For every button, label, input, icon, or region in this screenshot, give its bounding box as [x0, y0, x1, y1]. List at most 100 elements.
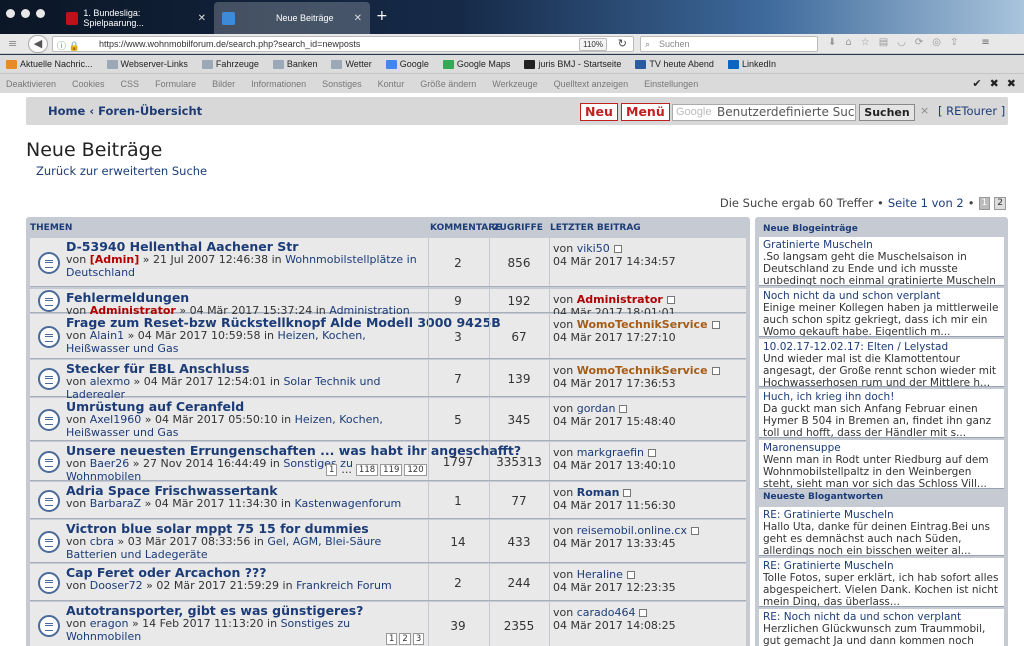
hamburger-menu-icon[interactable]: ≡ — [981, 37, 989, 48]
page-1-link[interactable]: 1 — [978, 196, 991, 210]
topic-title-link[interactable]: Fehlermeldungen — [66, 291, 428, 304]
blog-entry-title[interactable]: Huch, ich krieg ihn doch! — [763, 391, 1000, 403]
page-link[interactable]: 1 — [386, 633, 398, 645]
blog-entry[interactable]: Huch, ich krieg ihn doch! Da guckt man si… — [759, 389, 1004, 438]
table-row[interactable]: Frage zum Reset-bzw Rückstellknopf Alde … — [30, 314, 746, 359]
share-icon[interactable]: ⇪ — [950, 37, 958, 48]
author-link[interactable]: alexmo — [90, 375, 130, 388]
topic-title-link[interactable]: Unsere neuesten Errungenschaften ... was… — [66, 444, 521, 457]
pocket-icon[interactable]: ◡ — [897, 37, 906, 48]
table-row[interactable]: Umrüstung auf Ceranfeld von Axel1960 » 04… — [30, 398, 746, 441]
go-to-post-icon[interactable] — [613, 245, 622, 253]
last-post-author-link[interactable]: markgraefin — [577, 446, 644, 459]
blog-entry[interactable]: Maronensuppe Wenn man in Rodt unter Riedb… — [759, 440, 1004, 489]
tab-bundesliga[interactable]: 1. Bundesliga: Spielpaarung... ✕ — [58, 2, 214, 34]
last-post-author-link[interactable]: reisemobil.online.cx — [577, 524, 687, 537]
bookmark-item[interactable]: Wetter — [331, 59, 372, 69]
zoom-indicator[interactable]: 110% — [579, 38, 607, 51]
topic-title-link[interactable]: Cap Feret oder Arcachon ??? — [66, 566, 428, 579]
page-link[interactable]: 118 — [355, 464, 379, 476]
toolbar-item[interactable]: Größe ändern — [420, 79, 476, 89]
blog-entry-title[interactable]: Maronensuppe — [763, 442, 1000, 454]
forum-link[interactable]: Frankreich Forum — [296, 579, 392, 592]
bookmark-item[interactable]: TV heute Abend — [635, 59, 714, 69]
toolbar-item[interactable]: Einstellungen — [644, 79, 698, 89]
go-to-post-icon[interactable] — [711, 367, 720, 375]
retourer-link[interactable]: [ RETourer ] — [938, 104, 1005, 118]
page-2-link[interactable]: 2 — [994, 196, 1006, 210]
page-link[interactable]: 120 — [404, 464, 427, 476]
toolbar-item[interactable]: Cookies — [72, 79, 105, 89]
toolbar-item[interactable]: Deaktivieren — [6, 79, 56, 89]
home-link[interactable]: Home — [48, 104, 85, 118]
browser-search-input[interactable]: ⌕ Suchen — [640, 36, 818, 52]
back-button[interactable]: ◀ — [28, 35, 48, 53]
page-link[interactable]: 3 — [412, 633, 425, 645]
blog-entry-title[interactable]: Noch nicht da und schon verplant — [763, 290, 1000, 302]
topic-title-link[interactable]: Autotransporter, gibt es was günstigeres… — [66, 604, 428, 617]
author-link[interactable]: BarbaraZ — [90, 497, 141, 510]
blog-entry[interactable]: 10.02.17-12.02.17: Elten / Lelystad Und w… — [759, 339, 1004, 387]
topic-title-link[interactable]: Umrüstung auf Ceranfeld — [66, 400, 428, 413]
reload-icon[interactable]: ↻ — [618, 37, 627, 51]
tab-neue-beitraege[interactable]: Neue Beiträge ✕ — [214, 2, 370, 34]
author-link[interactable]: Baer26 — [90, 457, 130, 470]
table-row[interactable]: Autotransporter, gibt es was günstigeres… — [30, 602, 746, 646]
bookmark-item[interactable]: Banken — [272, 59, 317, 69]
toolbar-item[interactable]: Formulare — [155, 79, 196, 89]
toolbar-item[interactable]: Kontur — [378, 79, 405, 89]
bookmark-item[interactable]: Google — [385, 59, 429, 69]
blog-answer-title[interactable]: RE: Gratinierte Muscheln — [763, 509, 1000, 521]
addon-icon[interactable]: ◎ — [932, 37, 941, 48]
home-icon[interactable]: ⌂ — [845, 37, 851, 48]
close-tab-icon[interactable]: ✕ — [354, 13, 362, 24]
blog-entry[interactable]: Noch nicht da und schon verplant Einige m… — [759, 288, 1004, 337]
last-post-author-link[interactable]: Heraline — [577, 568, 623, 581]
last-post-author-link[interactable]: Administrator — [577, 293, 663, 306]
toolbar-item[interactable]: Bilder — [212, 79, 235, 89]
last-post-author-link[interactable]: viki50 — [577, 242, 610, 255]
author-link[interactable]: [Admin] — [90, 253, 140, 266]
toolbar-item[interactable]: Informationen — [251, 79, 306, 89]
last-post-author-link[interactable]: WomoTechnikService — [577, 318, 708, 331]
author-link[interactable]: eragon — [90, 617, 129, 630]
search-button[interactable]: Suchen — [859, 104, 915, 121]
toolbar-item[interactable]: Quelltext anzeigen — [554, 79, 629, 89]
close-icon[interactable]: ✖ — [990, 77, 999, 90]
topic-title-link[interactable]: D-53940 Hellenthal Aachener Str — [66, 240, 428, 253]
table-row[interactable]: D-53940 Hellenthal Aachener Str von [Admi… — [30, 238, 746, 287]
table-row[interactable]: Victron blue solar mppt 75 15 for dummie… — [30, 520, 746, 563]
table-row[interactable]: Unsere neuesten Errungenschaften ... was… — [30, 442, 746, 483]
author-link[interactable]: cbra — [90, 535, 114, 548]
forum-link[interactable]: Kastenwagenforum — [294, 497, 401, 510]
topic-title-link[interactable]: Adria Space Frischwassertank — [66, 484, 428, 497]
menu-icon[interactable]: ≡ — [8, 37, 17, 50]
check-icon[interactable]: ✔ — [972, 77, 981, 90]
toolbar-item[interactable]: Werkzeuge — [492, 79, 537, 89]
download-icon[interactable]: ⬇ — [828, 37, 836, 48]
blog-answer-title[interactable]: RE: Noch nicht da und schon verplant — [763, 611, 1000, 623]
page-link[interactable]: 2 — [399, 633, 411, 645]
maximize-window-button[interactable] — [36, 9, 45, 18]
author-link[interactable]: Axel1960 — [90, 413, 142, 426]
blog-answer[interactable]: RE: Noch nicht da und schon verplant Herz… — [759, 609, 1004, 646]
page-link[interactable]: 1 — [326, 464, 338, 476]
blog-entry-title[interactable]: Gratinierte Muscheln — [763, 239, 1000, 251]
author-link[interactable]: Alain1 — [90, 329, 124, 342]
last-post-author-link[interactable]: carado464 — [577, 606, 636, 619]
close-window-button[interactable] — [6, 9, 15, 18]
advanced-search-link[interactable]: Zurück zur erweiterten Suche — [36, 164, 207, 178]
bookmark-item[interactable]: Webserver-Links — [106, 59, 188, 69]
last-post-author-link[interactable]: gordan — [577, 402, 616, 415]
topic-title-link[interactable]: Frage zum Reset-bzw Rückstellknopf Alde … — [66, 316, 501, 329]
last-post-author-link[interactable]: WomoTechnikService — [577, 364, 708, 377]
new-button[interactable]: Neu — [580, 103, 618, 121]
bookmark-item[interactable]: LinkedIn — [727, 59, 776, 69]
go-to-post-icon[interactable] — [639, 609, 648, 617]
custom-search-input[interactable]: Google Benutzerdefinierte Such — [672, 104, 856, 121]
go-to-post-icon[interactable] — [619, 405, 628, 413]
page-indicator[interactable]: Seite 1 von 2 — [888, 196, 964, 210]
toolbar-item[interactable]: CSS — [121, 79, 140, 89]
close-tab-icon[interactable]: ✕ — [198, 13, 206, 24]
table-row[interactable]: Adria Space Frischwassertank von BarbaraZ… — [30, 482, 746, 519]
